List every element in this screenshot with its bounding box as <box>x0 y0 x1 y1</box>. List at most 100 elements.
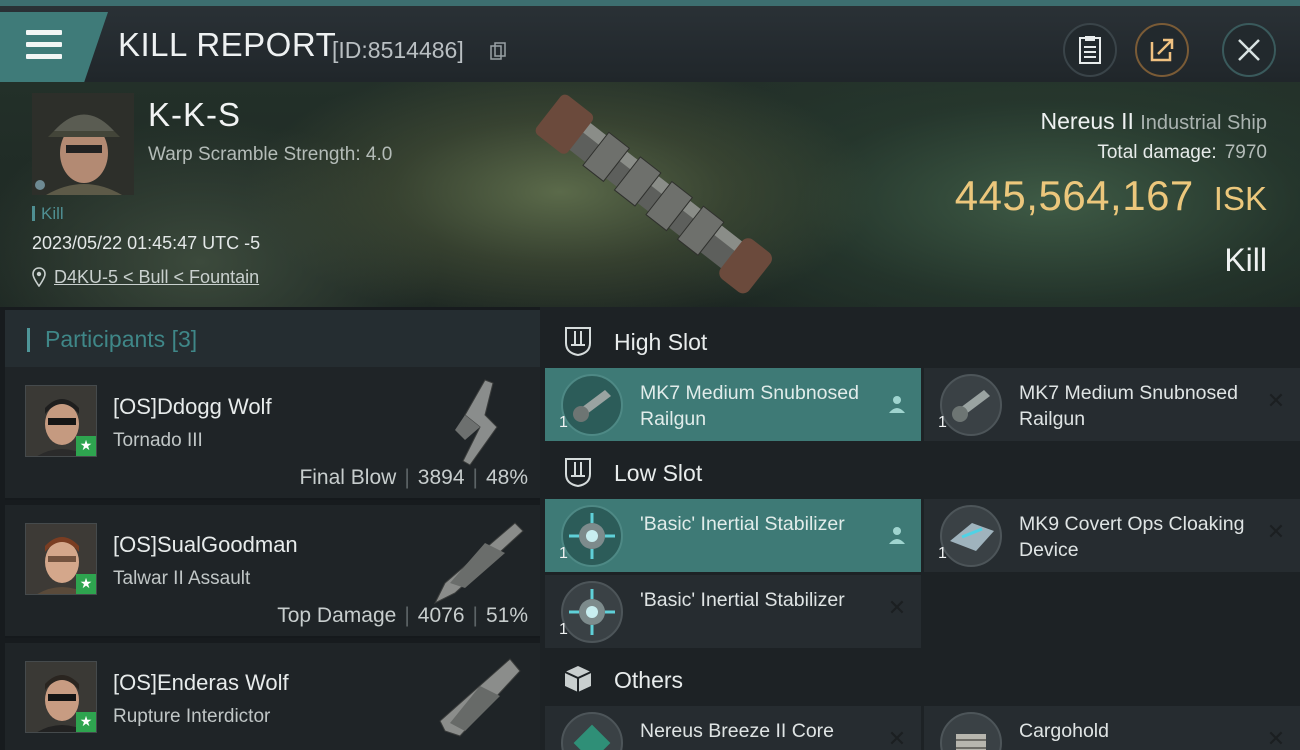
participant-ship: Talwar II Assault <box>113 568 251 589</box>
module-quantity: 1 <box>938 545 947 562</box>
participant-row[interactable]: ★ [OS]SualGoodman Talwar II Assault Top … <box>5 505 540 638</box>
low-slot-header: Low Slot <box>544 442 1298 502</box>
module-item[interactable]: 1 MK9 Covert Ops Cloaking Device ✕ <box>924 499 1300 572</box>
high-slot-icon <box>565 327 591 357</box>
victim-ship: Nereus II Industrial Ship <box>1041 108 1267 135</box>
participant-role: Final Blow <box>299 466 397 489</box>
module-item[interactable]: Nereus Breeze II Core ✕ <box>545 706 921 750</box>
participant-stats: Final Blow | 3894 | 48% <box>299 466 528 490</box>
module-item[interactable]: Cargohold ✕ <box>924 706 1300 750</box>
module-item[interactable]: 1 'Basic' Inertial Stabilizer <box>545 499 921 572</box>
cargohold-icon <box>940 712 1002 750</box>
pilot-status-icon <box>889 527 905 544</box>
total-damage-label: Total damage: <box>1097 142 1217 163</box>
report-result: Kill <box>1224 242 1267 278</box>
participant-ship: Rupture Interdictor <box>113 706 271 727</box>
participants-panel: Participants [3] ★ [OS]Ddogg Wolf Tornad… <box>0 307 540 750</box>
module-item[interactable]: 1 MK7 Medium Snubnosed Railgun <box>545 368 921 441</box>
top-bar: KILL REPORT [ID:8514486] <box>0 0 1300 82</box>
isk-value-row: 445,564,167 ISK <box>955 172 1267 220</box>
participant-avatar[interactable]: ★ <box>25 523 97 595</box>
destroyed-x-icon: ✕ <box>887 727 907 750</box>
participant-ship-image <box>439 658 521 737</box>
notes-button[interactable] <box>1063 23 1117 77</box>
copy-icon[interactable] <box>490 42 506 60</box>
isk-value: 445,564,167 <box>954 172 1194 219</box>
module-item[interactable]: 1 MK7 Medium Snubnosed Railgun ✕ <box>924 368 1300 441</box>
ship-name-text: Nereus II <box>1040 108 1134 134</box>
menu-button[interactable] <box>0 12 108 82</box>
module-name: Cargohold <box>1019 720 1109 742</box>
close-icon <box>1238 39 1260 61</box>
participant-ship-image <box>433 522 524 605</box>
participant-avatar[interactable]: ★ <box>25 661 97 733</box>
header-accent <box>27 328 30 352</box>
participants-title-text: Participants <box>45 326 166 352</box>
separator: | <box>404 466 410 489</box>
participant-row[interactable]: ★ [OS]Enderas Wolf Rupture Interdictor <box>5 643 540 750</box>
victim-banner: K-K-S Warp Scramble Strength: 4.0 Kill 2… <box>0 82 1300 307</box>
destroyed-x-icon: ✕ <box>887 596 907 621</box>
clipboard-icon <box>1079 36 1101 64</box>
inertial-stabilizer-icon <box>561 505 623 567</box>
destroyed-x-icon: ✕ <box>1266 520 1286 545</box>
total-damage-value: 7970 <box>1224 142 1267 163</box>
separator: | <box>472 604 478 627</box>
module-name: MK9 Covert Ops Cloaking Device <box>1019 513 1245 561</box>
participant-ship: Tornado III <box>113 430 203 451</box>
kill-datetime: 2023/05/22 01:45:47 UTC -5 <box>32 233 261 253</box>
box-icon <box>564 666 592 692</box>
module-quantity: 1 <box>938 414 947 431</box>
participants-header: Participants [3] <box>5 310 540 367</box>
participant-ship-image <box>455 379 498 466</box>
module-name: MK7 Medium Snubnosed Railgun <box>1019 382 1238 430</box>
victim-avatar[interactable] <box>32 93 134 195</box>
high-slot-header: High Slot <box>544 311 1298 371</box>
low-slot-label: Low Slot <box>614 460 703 486</box>
participant-percent: 48% <box>485 466 528 489</box>
page-title: KILL REPORT <box>118 26 337 63</box>
star-badge-icon: ★ <box>76 712 96 732</box>
participant-percent: 51% <box>485 604 528 627</box>
menu-icon <box>26 30 62 35</box>
module-quantity: 1 <box>559 414 568 431</box>
warp-scramble-strength: Warp Scramble Strength: 4.0 <box>148 144 393 165</box>
fitting-panel: High Slot 1 MK7 Medium Snubnosed Railgun… <box>540 307 1300 750</box>
cloaking-device-icon <box>940 505 1002 567</box>
module-name: MK7 Medium Snubnosed Railgun <box>640 382 859 430</box>
module-name: 'Basic' Inertial Stabilizer <box>640 513 845 535</box>
ship-core-icon <box>561 712 623 750</box>
total-damage: Total damage: 7970 <box>1097 142 1267 164</box>
separator: | <box>472 466 478 489</box>
victim-name: K-K-S <box>148 96 242 133</box>
location-link[interactable]: D4KU-5 < Bull < Fountain <box>54 267 259 288</box>
participant-row[interactable]: ★ [OS]Ddogg Wolf Tornado III Final Blow |… <box>5 367 540 500</box>
participant-name: [OS]SualGoodman <box>113 532 298 557</box>
railgun-icon <box>940 374 1002 436</box>
module-name: Nereus Breeze II Core <box>640 720 835 742</box>
report-id: [ID:8514486] <box>332 37 464 63</box>
inertial-stabilizer-icon <box>561 581 623 643</box>
participant-name: [OS]Enderas Wolf <box>113 670 289 695</box>
menu-icon-line <box>26 42 62 47</box>
participant-avatar[interactable]: ★ <box>25 385 97 457</box>
share-button[interactable] <box>1135 23 1189 77</box>
ship-class-text: Industrial Ship <box>1140 112 1267 134</box>
participant-damage: 3894 <box>417 466 465 489</box>
kill-tag: Kill <box>32 204 64 224</box>
pilot-status-icon <box>889 396 905 413</box>
pilot-portrait-icon <box>32 93 134 195</box>
menu-icon-line <box>26 54 62 59</box>
high-slot-label: High Slot <box>614 329 708 355</box>
close-button[interactable] <box>1222 23 1276 77</box>
module-quantity: 1 <box>559 621 568 638</box>
railgun-icon <box>561 374 623 436</box>
participant-role: Top Damage <box>277 604 397 627</box>
destroyed-x-icon: ✕ <box>1266 727 1286 750</box>
others-header: Others <box>544 649 1298 709</box>
module-quantity: 1 <box>559 545 568 562</box>
module-item[interactable]: 1 'Basic' Inertial Stabilizer ✕ <box>545 575 921 648</box>
participants-title: Participants [3] <box>45 326 197 353</box>
participants-count: [3] <box>171 326 198 352</box>
module-name: 'Basic' Inertial Stabilizer <box>640 589 845 611</box>
